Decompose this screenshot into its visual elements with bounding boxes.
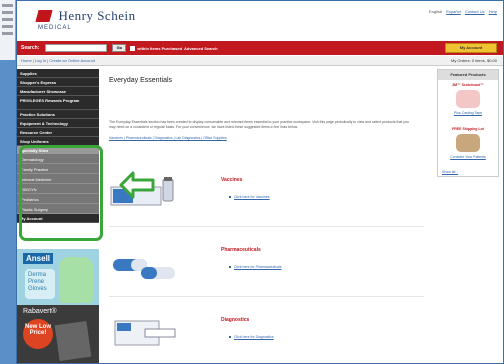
search-go-button[interactable]: Go xyxy=(112,44,127,52)
sidebar-item-equipment[interactable]: Equipment & Technology xyxy=(17,119,99,128)
featured-header: Featured Products xyxy=(438,70,498,80)
patient-photo-image xyxy=(456,134,480,152)
my-orders-summary[interactable]: My Orders: 0 items, $0.00 xyxy=(451,58,497,63)
featured-item-scotchcast[interactable]: 3M™ Scotchcast™ Plus Casting Tape xyxy=(438,80,498,124)
within-purchased-label: within Items Purchased xyxy=(137,45,183,51)
featured-link[interactable]: Plus Casting Tape xyxy=(438,111,498,115)
featured-title: FREE Shipping Lot xyxy=(452,127,484,131)
divider xyxy=(109,226,424,227)
vaccines-title[interactable]: Vaccines xyxy=(221,177,242,183)
divider xyxy=(109,296,424,297)
featured-title: 3M™ Scotchcast™ xyxy=(452,83,484,87)
ansell-ad-banner[interactable]: Ansell Derma Prene Gloves xyxy=(17,249,99,305)
vaccines-link[interactable]: Click here for Vaccines xyxy=(229,195,270,199)
sidebar-item-practice-solutions[interactable]: Practice Solutions xyxy=(17,110,99,119)
bullet-icon xyxy=(229,266,231,269)
rabavert-box-image xyxy=(54,320,92,362)
main-content: Everyday Essentials The Everyday Essenti… xyxy=(109,69,429,140)
featured-item-free-shipping[interactable]: FREE Shipping Lot Consider Your Patients xyxy=(438,124,498,168)
breadcrumb: Home | Log In | Create an Online Account… xyxy=(17,56,503,66)
pharmaceuticals-image xyxy=(113,259,175,279)
contact-us-link[interactable]: Contact Us xyxy=(465,9,485,14)
specialty-sites-highlight xyxy=(19,145,103,241)
derma-prene-box: Derma Prene Gloves xyxy=(25,269,55,299)
diagnostics-link-label: Click here for Diagnostics xyxy=(234,335,274,339)
intro-text: The Everyday Essentials section has been… xyxy=(109,120,409,129)
browser-page: Henry Schein MEDICAL English Español Con… xyxy=(16,0,504,364)
product-row-diagnostics: Diagnostics Click here for Diagnostics xyxy=(109,305,424,363)
top-links: English Español Contact Us Help xyxy=(426,9,497,14)
logo-subtitle: MEDICAL xyxy=(38,25,72,31)
diagnostics-link[interactable]: Click here for Diagnostics xyxy=(229,335,274,339)
pharmaceuticals-title[interactable]: Pharmaceuticals xyxy=(221,247,261,253)
diagnostics-image xyxy=(114,320,176,346)
help-link[interactable]: Help xyxy=(489,9,497,14)
top-bar: Henry Schein MEDICAL English Español Con… xyxy=(17,1,503,39)
sidebar-item-resource-center[interactable]: Resource Center xyxy=(17,128,99,137)
advanced-search-link[interactable]: Advanced Search xyxy=(184,46,218,51)
logo-text: Henry Schein xyxy=(58,7,136,23)
vaccines-link-label: Click here for Vaccines xyxy=(234,195,270,199)
language-english[interactable]: English xyxy=(429,9,442,14)
bullet-icon xyxy=(229,196,231,199)
sidebar-ads: Ansell Derma Prene Gloves Rabavert® New … xyxy=(17,249,99,363)
henry-schein-logo[interactable]: Henry Schein MEDICAL xyxy=(35,7,136,31)
highlight-arrow-icon xyxy=(119,171,155,199)
sidebar-item-privileges[interactable]: PRIVILEGES Rewards Program xyxy=(17,96,99,110)
within-purchased-checkbox[interactable] xyxy=(130,45,136,51)
sidebar-item-supplies[interactable]: Supplies xyxy=(17,69,99,78)
page-title: Everyday Essentials xyxy=(109,77,173,84)
search-bar: Search: Go within Items Purchased Advanc… xyxy=(17,41,503,55)
new-low-price-burst: New Low Price! xyxy=(23,319,53,349)
rabavert-brand: Rabavert® xyxy=(23,308,57,315)
search-input[interactable] xyxy=(45,44,108,52)
casting-tape-image xyxy=(456,90,480,108)
diagnostics-title[interactable]: Diagnostics xyxy=(221,317,249,323)
category-links[interactable]: Vaccines | Pharmaceuticals | Diagnostics… xyxy=(109,136,429,140)
ansell-brand: Ansell xyxy=(23,253,54,264)
language-spanish[interactable]: Español xyxy=(446,9,460,14)
featured-link[interactable]: Consider Your Patients xyxy=(438,155,498,159)
product-row-pharmaceuticals: Pharmaceuticals Click here for Pharmaceu… xyxy=(109,235,424,297)
sidebar-item-shoppers-express[interactable]: Shopper's Express xyxy=(17,78,99,87)
breadcrumb-links[interactable]: Home | Log In | Create an Online Account xyxy=(21,58,95,63)
my-account-button[interactable]: My Account xyxy=(445,43,497,53)
sidebar-item-manufacturer-showcase[interactable]: Manufacturer Showcase xyxy=(17,87,99,96)
glove-hand-image xyxy=(59,257,93,303)
show-all-link[interactable]: Show all... xyxy=(438,168,498,176)
pharmaceuticals-link-label: Click here for Pharmaceuticals xyxy=(234,265,282,269)
pharmaceuticals-link[interactable]: Click here for Pharmaceuticals xyxy=(229,265,281,269)
rabavert-ad-banner[interactable]: Rabavert® New Low Price! xyxy=(17,305,99,363)
bullet-icon xyxy=(229,336,231,339)
background-page-edge xyxy=(0,0,16,60)
logo-mark-icon xyxy=(35,9,53,22)
search-label: Search: xyxy=(21,45,40,51)
featured-products-panel: Featured Products 3M™ Scotchcast™ Plus C… xyxy=(437,69,499,177)
